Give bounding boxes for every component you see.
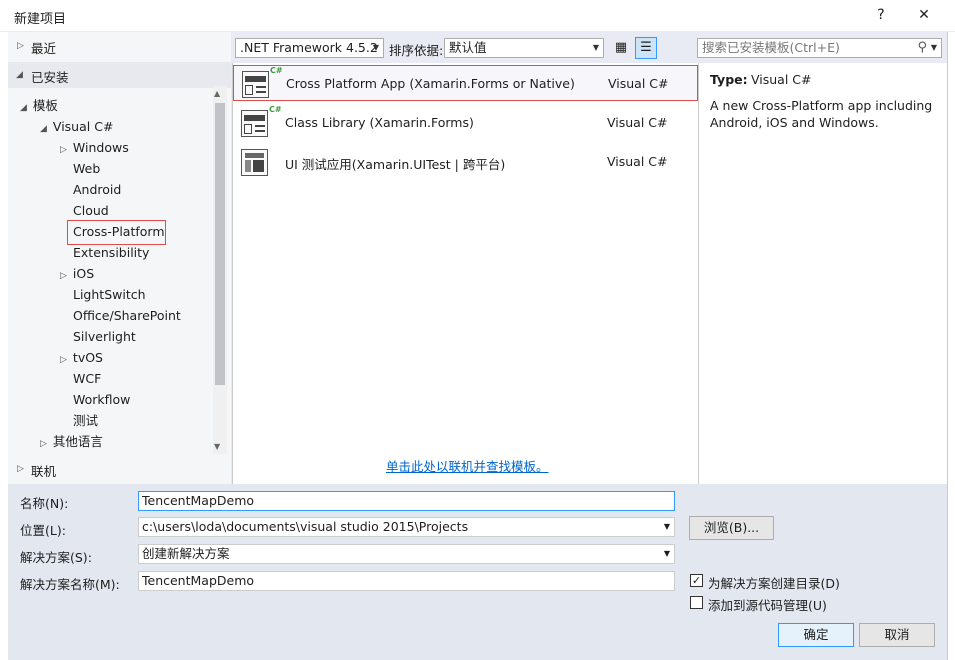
framework-value: .NET Framework 4.5.2 — [240, 40, 378, 55]
tree-item-tvos[interactable]: ▷ tvOS — [60, 348, 103, 368]
location-input[interactable]: c:\users\loda\documents\visual studio 20… — [138, 517, 675, 537]
tree-item-workflow[interactable]: Workflow — [73, 390, 130, 410]
chevron-down-icon: ▼ — [930, 43, 937, 52]
template-name: UI 测试应用(Xamarin.UITest | 跨平台) — [285, 157, 506, 172]
section-recent[interactable]: ▷ 最近 — [8, 33, 231, 59]
template-language: Visual C# — [607, 115, 668, 130]
template-name: Cross Platform App (Xamarin.Forms or Nat… — [286, 76, 575, 91]
close-button[interactable]: ✕ — [901, 0, 947, 31]
tree-templates-label: 模板 — [32, 98, 58, 113]
source-control-checkbox[interactable] — [690, 596, 703, 609]
create-directory-checkbox[interactable]: ✓ — [690, 574, 703, 587]
expand-arrow-icon: ▷ — [60, 355, 67, 365]
tree-item-android[interactable]: Android — [73, 180, 121, 200]
scroll-down-icon[interactable]: ▼ — [214, 442, 220, 451]
section-installed[interactable]: ◢ 已安装 — [8, 62, 231, 88]
expand-arrow-icon: ▷ — [60, 145, 67, 155]
template-item-class-library[interactable]: C# Class Library (Xamarin.Forms) Visual … — [233, 105, 698, 141]
ui-test-icon — [241, 149, 268, 176]
tree-scrollbar-thumb[interactable] — [215, 103, 225, 385]
grid-view-icon[interactable]: ▦ — [612, 38, 630, 58]
section-online-label: 联机 — [31, 464, 57, 479]
tree-item-silverlight[interactable]: Silverlight — [73, 327, 136, 347]
tree-item-extensibility[interactable]: Extensibility — [73, 243, 149, 263]
framework-dropdown[interactable]: .NET Framework 4.5.2 ▼ — [235, 38, 384, 58]
tree-item-ios[interactable]: ▷ iOS — [60, 264, 94, 284]
section-online[interactable]: ▷ 联机 — [8, 456, 231, 482]
tree-item-label: Windows — [72, 140, 129, 155]
new-project-dialog: 新建项目 ? ✕ ▷ 最近 ◢ 已安装 ◢ 模板 ◢ Visual C# ▷ Wind… — [0, 0, 955, 660]
location-value: c:\users\loda\documents\visual studio 20… — [142, 519, 469, 534]
collapse-arrow-icon: ◢ — [40, 124, 47, 134]
tree-other-languages[interactable]: ▷ 其他语言 — [40, 432, 103, 452]
solution-dropdown[interactable]: 创建新解决方案 ▼ — [138, 544, 675, 564]
search-input[interactable]: 搜索已安装模板(Ctrl+E) ⚲ ▼ — [697, 38, 942, 58]
solution-name-label: 解决方案名称(M): — [20, 577, 120, 592]
solution-value: 创建新解决方案 — [142, 546, 230, 561]
ok-button[interactable]: 确定 — [778, 623, 854, 647]
chevron-down-icon: ▼ — [592, 43, 599, 52]
window-title: 新建项目 — [14, 12, 67, 27]
tree-item-cross-platform[interactable]: Cross-Platform — [73, 222, 165, 242]
scroll-up-icon[interactable]: ▲ — [214, 89, 220, 98]
cancel-button[interactable]: 取消 — [859, 623, 935, 647]
solution-label: 解决方案(S): — [20, 550, 92, 565]
tree-templates[interactable]: ◢ 模板 — [20, 96, 58, 116]
background-window-edge — [0, 32, 8, 660]
tree-item-web[interactable]: Web — [73, 159, 100, 179]
browse-button[interactable]: 浏览(B)... — [689, 516, 774, 540]
expand-arrow-icon: ▷ — [17, 464, 24, 474]
name-label: 名称(N): — [20, 496, 69, 511]
chevron-down-icon: ▼ — [372, 43, 379, 52]
tree-item-test[interactable]: 测试 — [73, 411, 98, 431]
tree-visual-csharp-label: Visual C# — [52, 119, 114, 134]
search-icon: ⚲ — [917, 40, 927, 55]
template-name: Class Library (Xamarin.Forms) — [285, 115, 474, 130]
collapse-arrow-icon: ◢ — [20, 103, 27, 113]
tree-item-windows[interactable]: ▷ Windows — [60, 138, 129, 158]
project-name-input[interactable]: TencentMapDemo — [138, 491, 675, 511]
location-label: 位置(L): — [20, 523, 66, 538]
section-recent-label: 最近 — [31, 41, 57, 56]
expand-arrow-icon: ▷ — [60, 271, 67, 281]
title-bar: 新建项目 ? ✕ — [0, 0, 955, 31]
source-control-label: 添加到源代码管理(U) — [708, 598, 827, 613]
expand-arrow-icon: ▷ — [40, 439, 47, 449]
tree-item-label: tvOS — [72, 350, 103, 365]
template-language: Visual C# — [608, 76, 669, 91]
collapse-arrow-icon: ◢ — [16, 70, 23, 80]
tree-item-lightswitch[interactable]: LightSwitch — [73, 285, 146, 305]
sort-dropdown[interactable]: 默认值 ▼ — [444, 38, 604, 58]
template-item-cross-platform-app[interactable]: C# Cross Platform App (Xamarin.Forms or … — [233, 65, 698, 101]
background-window-edge-right — [947, 32, 955, 660]
chevron-down-icon: ▼ — [663, 522, 670, 531]
chevron-down-icon: ▼ — [663, 549, 670, 558]
tree-item-wcf[interactable]: WCF — [73, 369, 101, 389]
online-templates-link[interactable]: 单击此处以联机并查找模板。 — [386, 456, 549, 475]
expand-arrow-icon: ▷ — [17, 41, 24, 51]
solution-name-input[interactable]: TencentMapDemo — [138, 571, 675, 591]
tree-item-cloud[interactable]: Cloud — [73, 201, 109, 221]
cross-platform-app-icon: C# — [242, 66, 283, 98]
help-button[interactable]: ? — [858, 0, 904, 31]
template-description: A new Cross-Platform app including Andro… — [710, 98, 933, 130]
tree-item-label: iOS — [72, 266, 95, 281]
sort-value: 默认值 — [449, 40, 487, 55]
list-view-icon[interactable]: ☰ — [635, 37, 657, 59]
section-installed-label: 已安装 — [31, 70, 69, 85]
tree-visual-csharp[interactable]: ◢ Visual C# — [40, 117, 113, 137]
sort-label: 排序依据: — [389, 43, 444, 58]
search-placeholder: 搜索已安装模板(Ctrl+E) — [702, 40, 840, 55]
type-value: Visual C# — [751, 72, 812, 87]
template-language: Visual C# — [607, 154, 668, 169]
tree-item-office-sharepoint[interactable]: Office/SharePoint — [73, 306, 181, 326]
create-directory-label: 为解决方案创建目录(D) — [708, 576, 840, 591]
template-item-ui-test[interactable]: UI 测试应用(Xamarin.UITest | 跨平台) Visual C# — [233, 144, 698, 180]
tree-item-label: 其他语言 — [52, 434, 103, 449]
type-label: Type: — [710, 72, 748, 87]
class-library-icon: C# — [241, 105, 282, 137]
